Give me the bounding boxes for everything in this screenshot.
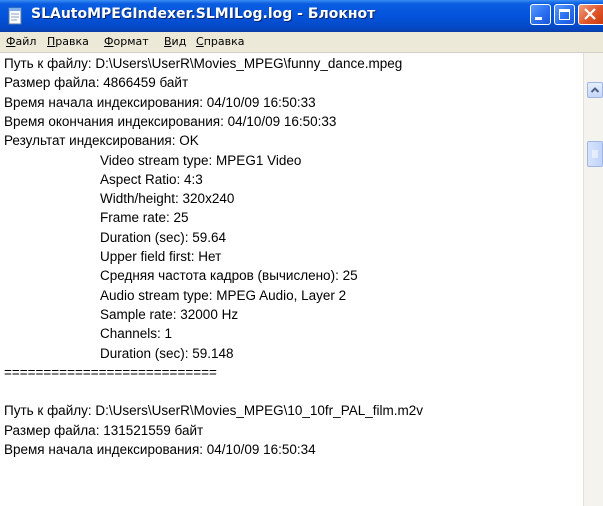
scroll-up-button[interactable] <box>587 82 603 98</box>
menu-edit[interactable]: Правка <box>47 35 89 48</box>
scroll-thumb-grip-icon <box>592 150 598 158</box>
window-title: SLAutoMPEGIndexer.SLMILog.log - Блокнот <box>31 6 376 22</box>
text-line: Audio stream type: MPEG Audio, Layer 2 <box>100 287 347 303</box>
notepad-icon[interactable] <box>6 7 24 25</box>
text-editor-area[interactable]: Путь к файлу: D:\Users\UserR\Movies_MPEG… <box>0 53 583 506</box>
menu-format[interactable]: Формат <box>104 35 149 48</box>
text-line: Путь к файлу: D:\Users\UserR\Movies_MPEG… <box>4 403 423 419</box>
text-line: Video stream type: MPEG1 Video <box>100 152 302 168</box>
text-line: Время окончания индексирования: 04/10/09… <box>4 113 337 129</box>
text-line: Результат индексирования: OK <box>4 133 199 149</box>
minimize-icon <box>535 17 542 20</box>
text-line: Frame rate: 25 <box>100 210 189 226</box>
text-line: Channels: 1 <box>100 326 173 342</box>
close-button[interactable] <box>578 4 603 25</box>
maximize-button[interactable] <box>554 4 575 25</box>
menu-help[interactable]: Справка <box>196 35 244 48</box>
notepad-window: SLAutoMPEGIndexer.SLMILog.log - Блокнот … <box>0 0 603 506</box>
menu-view[interactable]: Вид <box>164 35 186 48</box>
text-line: Размер файла: 131521559 байт <box>4 422 204 438</box>
text-line: Aspect Ratio: 4:3 <box>100 171 203 187</box>
close-icon <box>584 8 596 20</box>
vertical-scrollbar[interactable] <box>583 53 603 506</box>
text-line: Duration (sec): 59.64 <box>100 229 227 245</box>
text-line: Размер файла: 4866459 байт <box>4 75 189 91</box>
text-line: Время начала индексирования: 04/10/09 16… <box>4 94 316 110</box>
text-line: Upper field first: Нет <box>100 249 222 264</box>
menu-file[interactable]: Файл <box>6 35 36 48</box>
minimize-button[interactable] <box>530 4 551 25</box>
maximize-icon <box>559 9 570 20</box>
scroll-thumb[interactable] <box>587 141 603 167</box>
text-line: Средняя частота кадров (вычислено): 25 <box>100 268 358 284</box>
menu-bar: Файл Правка Формат Вид Справка <box>0 32 603 53</box>
text-line: Путь к файлу: D:\Users\UserR\Movies_MPEG… <box>4 56 403 71</box>
title-bar[interactable]: SLAutoMPEGIndexer.SLMILog.log - Блокнот <box>0 0 603 32</box>
arrow-up-icon <box>590 87 600 93</box>
text-line: Width/height: 320x240 <box>100 191 235 207</box>
text-line: Время начала индексирования: 04/10/09 16… <box>4 442 316 457</box>
text-line: =========================== <box>4 364 217 380</box>
text-line: Duration (sec): 59.148 <box>100 345 234 361</box>
text-line: Sample rate: 32000 Hz <box>100 306 239 322</box>
